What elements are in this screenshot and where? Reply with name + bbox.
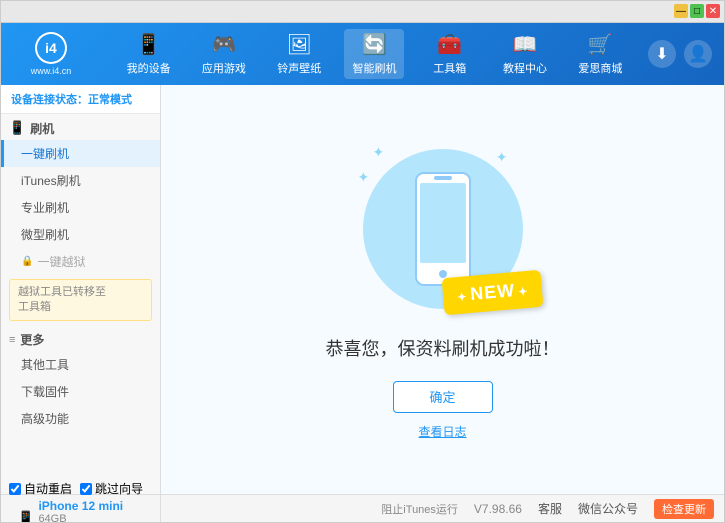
nav-store-label: 爱思商城 <box>578 60 622 76</box>
sidebar-item-micro-flash[interactable]: 微型刷机 <box>1 221 160 248</box>
success-text: 恭喜您，保资料刷机成功啦！ <box>326 335 560 361</box>
device-details: iPhone 12 mini 64GB Down-12mini-13.1 <box>38 499 127 523</box>
nav-apps-icon: 🎮 <box>211 32 236 57</box>
device-name: iPhone 12 mini <box>38 499 127 513</box>
nav-wallpaper-label: 铃声壁纸 <box>277 60 321 76</box>
advanced-label: 高级功能 <box>21 412 69 426</box>
skip-wizard-checkbox[interactable]: 跳过向导 <box>80 480 143 497</box>
logo-circle: i4 <box>35 32 67 64</box>
sidebar-item-download-firmware[interactable]: 下载固件 <box>1 378 160 405</box>
download-button[interactable]: ⬇ <box>648 40 676 68</box>
sidebar-item-advanced[interactable]: 高级功能 <box>1 405 160 432</box>
sidebar-item-pro-flash[interactable]: 专业刷机 <box>1 194 160 221</box>
sparkle-1: ✦ <box>373 144 385 161</box>
sparkle-2: ✦ <box>358 169 370 186</box>
download-firmware-label: 下载固件 <box>21 385 69 399</box>
main-layout: 设备连接状态：正常模式 📱 刷机 一键刷机 iTunes刷机 专业刷机 微型刷机… <box>1 85 724 494</box>
other-tools-label: 其他工具 <box>21 358 69 372</box>
jailbreak-label: 一键越狱 <box>37 253 85 270</box>
skip-wizard-label: 跳过向导 <box>95 480 143 497</box>
sparkle-3: ✦ <box>496 149 508 166</box>
minimize-button[interactable]: — <box>674 4 688 18</box>
close-button[interactable]: ✕ <box>706 4 720 18</box>
sidebar: 设备连接状态：正常模式 📱 刷机 一键刷机 iTunes刷机 专业刷机 微型刷机… <box>1 85 161 494</box>
lock-icon: 🔒 <box>21 256 33 267</box>
version-text: V7.98.66 <box>474 502 522 516</box>
bottom-left-panel: 自动重启 跳过向导 📱 iPhone 12 mini 64GB Down-12m… <box>1 495 161 522</box>
nav-tutorial-label: 教程中心 <box>503 60 547 76</box>
status-label: 设备连接状态： <box>11 94 88 106</box>
more-section-icon: ≡ <box>9 334 15 346</box>
nav-toolbox-label: 工具箱 <box>433 60 466 76</box>
nav-flash-icon: 🔄 <box>362 32 387 57</box>
wechat-link[interactable]: 微信公众号 <box>578 500 638 517</box>
auto-restart-input[interactable] <box>9 483 21 495</box>
new-badge: NEW <box>442 270 544 316</box>
status-value: 正常模式 <box>88 94 132 106</box>
flash-section-header: 📱 刷机 <box>1 114 160 140</box>
service-link[interactable]: 客服 <box>538 500 562 517</box>
sidebar-item-one-key-flash[interactable]: 一键刷机 <box>1 140 160 167</box>
micro-flash-label: 微型刷机 <box>21 228 69 242</box>
note-line1: 越狱工具已转移至 <box>18 286 106 298</box>
bottom-checkboxes: 自动重启 跳过向导 <box>9 480 152 497</box>
update-button[interactable]: 检查更新 <box>654 499 714 519</box>
app-header: i4 www.i4.cn 📱 我的设备 🎮 应用游戏 🖼 铃声壁纸 🔄 智能刷机 <box>1 23 724 85</box>
skip-wizard-input[interactable] <box>80 483 92 495</box>
main-content: ✦ ✦ ✦ NEW 恭喜您，保资料刷机成功啦！ 确定 查看日志 <box>161 85 724 494</box>
note-line2: 工具箱 <box>18 301 51 313</box>
user-button[interactable]: 👤 <box>684 40 712 68</box>
pro-flash-label: 专业刷机 <box>21 201 69 215</box>
nav-device-label: 我的设备 <box>127 60 171 76</box>
maximize-button[interactable]: □ <box>690 4 704 18</box>
nav-flash-label: 智能刷机 <box>352 60 396 76</box>
more-section-label: 更多 <box>20 331 44 348</box>
bottom-right-panel: 阻止iTunes运行 V7.98.66 客服 微信公众号 检查更新 <box>161 495 724 522</box>
nav-my-device[interactable]: 📱 我的设备 <box>119 29 179 79</box>
nav-smart-flash[interactable]: 🔄 智能刷机 <box>344 29 404 79</box>
nav-tutorial-icon: 📖 <box>513 32 538 57</box>
view-log-link[interactable]: 查看日志 <box>418 423 466 440</box>
nav-apps-label: 应用游戏 <box>202 60 246 76</box>
sidebar-note: 越狱工具已转移至 工具箱 <box>9 279 152 322</box>
sidebar-item-other-tools[interactable]: 其他工具 <box>1 351 160 378</box>
logo-text: www.i4.cn <box>31 66 72 76</box>
device-info: 📱 iPhone 12 mini 64GB Down-12mini-13.1 <box>17 499 144 523</box>
nav-store[interactable]: 🛒 爱思商城 <box>570 29 630 79</box>
sidebar-item-jailbreak: 🔒 一键越狱 <box>1 248 160 275</box>
nav-store-icon: 🛒 <box>588 32 613 57</box>
device-icon: 📱 <box>17 510 34 523</box>
nav-device-icon: 📱 <box>136 32 161 57</box>
device-storage: 64GB <box>38 513 127 523</box>
nav-tutorial[interactable]: 📖 教程中心 <box>495 29 555 79</box>
app-logo: i4 www.i4.cn <box>1 32 101 76</box>
success-illustration: ✦ ✦ ✦ NEW <box>353 139 533 319</box>
bottom-bar: 自动重启 跳过向导 📱 iPhone 12 mini 64GB Down-12m… <box>1 494 724 522</box>
auto-restart-label: 自动重启 <box>24 480 72 497</box>
itunes-flash-label: iTunes刷机 <box>21 174 81 188</box>
nav-wallpaper-icon: 🖼 <box>287 32 312 57</box>
one-key-flash-label: 一键刷机 <box>21 147 69 161</box>
sidebar-item-itunes-flash[interactable]: iTunes刷机 <box>1 167 160 194</box>
nav-apps[interactable]: 🎮 应用游戏 <box>194 29 254 79</box>
auto-restart-checkbox[interactable]: 自动重启 <box>9 480 72 497</box>
nav-toolbox-icon: 🧰 <box>437 32 462 57</box>
flash-section-label: 刷机 <box>30 120 54 137</box>
header-right: ⬇ 👤 <box>648 40 724 68</box>
logo-initial: i4 <box>37 34 65 62</box>
device-panel: 📱 iPhone 12 mini 64GB Down-12mini-13.1 <box>9 499 152 523</box>
phone-svg <box>408 169 478 289</box>
nav-bar: 📱 我的设备 🎮 应用游戏 🖼 铃声壁纸 🔄 智能刷机 🧰 工具箱 📖 <box>101 23 648 85</box>
itunes-status: 阻止iTunes运行 <box>381 501 458 517</box>
nav-wallpaper[interactable]: 🖼 铃声壁纸 <box>269 29 329 79</box>
connection-status: 设备连接状态：正常模式 <box>1 85 160 114</box>
confirm-button[interactable]: 确定 <box>393 381 493 413</box>
more-section-header: ≡ 更多 <box>1 325 160 351</box>
nav-toolbox[interactable]: 🧰 工具箱 <box>420 29 480 79</box>
flash-section-icon: 📱 <box>9 120 25 136</box>
title-bar: — □ ✕ <box>1 1 724 23</box>
